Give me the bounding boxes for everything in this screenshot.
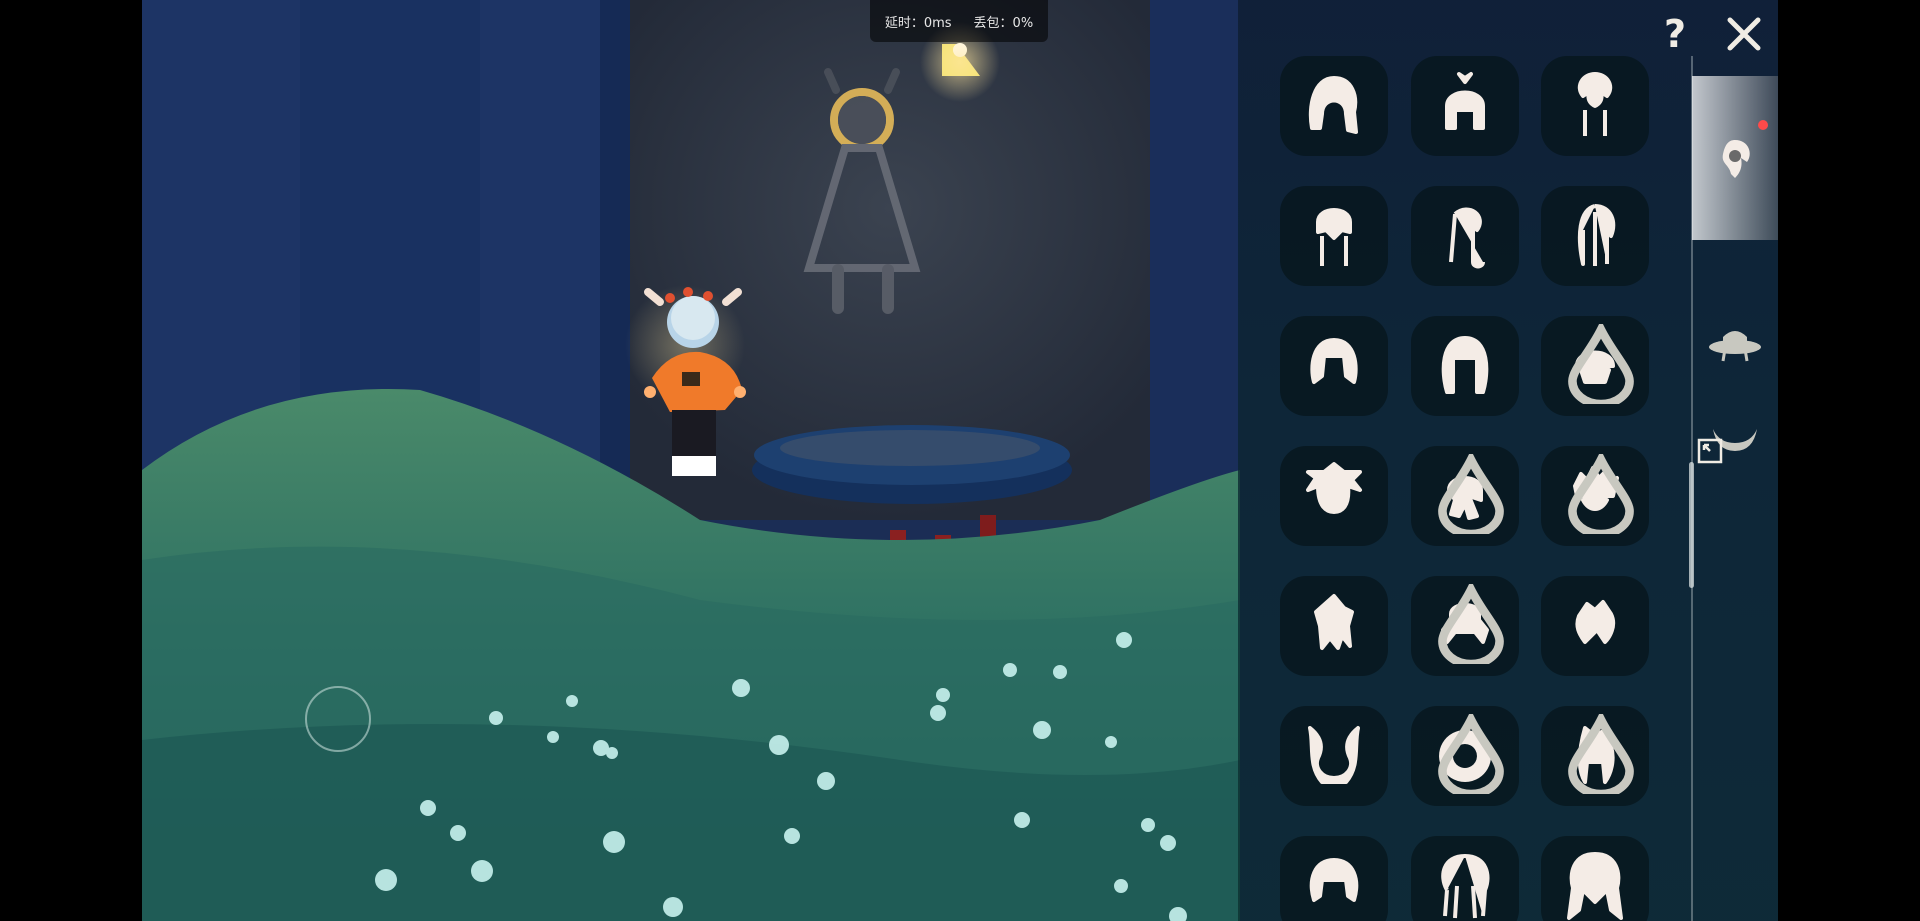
close-x-icon: [1727, 17, 1761, 51]
hair-item-8[interactable]: [1411, 316, 1519, 416]
hair-long-bob-icon: [1441, 336, 1489, 394]
hat-icon: [1709, 331, 1761, 362]
hair-flowing-icon: [1567, 852, 1623, 920]
hair-crown-bun-icon: [1445, 72, 1485, 130]
left-letterbox: [0, 0, 142, 921]
hair-item-21[interactable]: [1541, 836, 1649, 921]
droplet-icon: [1438, 714, 1504, 794]
hair-heart-braids-icon: [1577, 72, 1613, 136]
hair-twin-braids-icon: [1316, 208, 1352, 266]
droplet-icon: [1568, 714, 1634, 794]
hair-item-13[interactable]: [1280, 576, 1388, 676]
hair-swept-icon: [1314, 594, 1354, 650]
hair-item-15[interactable]: [1541, 576, 1649, 676]
hair-item-11[interactable]: [1411, 446, 1519, 546]
hair-item-16[interactable]: [1280, 706, 1388, 806]
hair-item-12[interactable]: [1541, 446, 1649, 546]
hair-item-10[interactable]: [1280, 446, 1388, 546]
resize-button[interactable]: [1696, 437, 1724, 465]
hair-ribbon-braids-icon: [1441, 854, 1490, 919]
hair-item-19[interactable]: [1280, 836, 1388, 921]
hair-short-bob-icon: [1310, 338, 1358, 384]
hair-item-4[interactable]: [1280, 186, 1388, 286]
hair-item-17[interactable]: [1411, 706, 1519, 806]
hair-item-1[interactable]: [1280, 56, 1388, 156]
movement-joystick[interactable]: [305, 686, 371, 752]
droplet-icon: [1568, 454, 1634, 534]
tab-hat[interactable]: [1692, 298, 1778, 388]
hair-bowl-icon: [1309, 858, 1359, 902]
hair-item-2[interactable]: [1411, 56, 1519, 156]
help-button[interactable]: ?: [1657, 14, 1693, 54]
hair-item-14[interactable]: [1411, 576, 1519, 676]
hair-item-9[interactable]: [1541, 316, 1649, 416]
close-button[interactable]: [1722, 14, 1766, 54]
right-letterbox: [1778, 0, 1920, 921]
hair-item-18[interactable]: [1541, 706, 1649, 806]
hair-item-6[interactable]: [1541, 186, 1649, 286]
hair-item-grid: [1280, 56, 1650, 921]
hair-icon: [1722, 140, 1750, 178]
latency-label: 延时：0ms: [884, 15, 952, 31]
packet-loss-label: 丢包：0%: [973, 15, 1034, 31]
hair-item-7[interactable]: [1280, 316, 1388, 416]
network-stats-bar: 延时：0ms 丢包：0%: [870, 0, 1048, 42]
hair-side-braid-icon: [1449, 207, 1485, 269]
tab-hair[interactable]: [1692, 76, 1778, 240]
hair-bunny-icon: [1308, 726, 1360, 784]
hair-bob-braid-icon: [1308, 76, 1358, 134]
droplet-icon: [1568, 324, 1634, 404]
category-tabs: [1692, 76, 1778, 921]
question-mark-icon: ?: [1663, 12, 1687, 56]
droplet-icon: [1438, 584, 1504, 664]
hair-item-3[interactable]: [1541, 56, 1649, 156]
droplet-icon: [1438, 454, 1504, 534]
hair-messy-icon: [1306, 462, 1362, 514]
resize-icon: [1697, 438, 1723, 464]
notification-dot: [1758, 120, 1768, 130]
hair-item-5[interactable]: [1411, 186, 1519, 286]
hair-item-20[interactable]: [1411, 836, 1519, 921]
hair-tuft-icon: [1575, 600, 1616, 644]
hair-dreadlocks-icon: [1577, 204, 1616, 266]
